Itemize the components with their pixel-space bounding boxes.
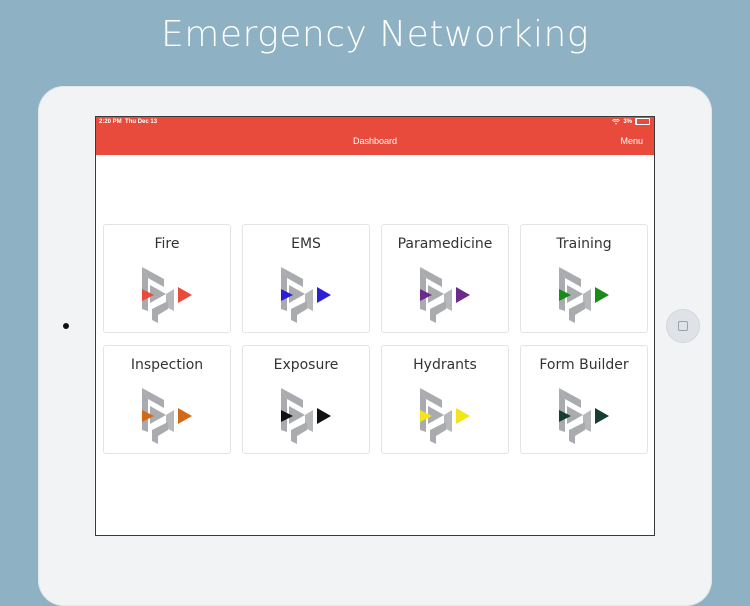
emergency-networking-logo-icon xyxy=(418,265,474,325)
home-button[interactable] xyxy=(666,309,700,343)
wifi-icon xyxy=(612,119,620,125)
emergency-networking-logo-icon xyxy=(140,386,196,446)
tile-ems[interactable]: EMS xyxy=(242,224,370,333)
tile-label: Training xyxy=(521,236,647,252)
emergency-networking-logo-icon xyxy=(557,386,613,446)
tile-label: Hydrants xyxy=(382,357,508,373)
tile-label: Form Builder xyxy=(521,357,647,373)
tile-exposure[interactable]: Exposure xyxy=(242,345,370,454)
camera-dot xyxy=(63,323,69,329)
emergency-networking-logo-icon xyxy=(279,386,335,446)
status-time-text: 2:20 PM xyxy=(99,119,122,125)
navigation-bar: 2:20 PM Thu Dec 13 3% Dashboard Menu xyxy=(96,117,654,155)
menu-button[interactable]: Menu xyxy=(620,136,643,146)
tile-label: EMS xyxy=(243,236,369,252)
marketing-headline: Emergency Networking xyxy=(0,14,750,55)
status-date-text: Thu Dec 13 xyxy=(125,119,157,125)
tile-hydrants[interactable]: Hydrants xyxy=(381,345,509,454)
app-screen: 2:20 PM Thu Dec 13 3% Dashboard Menu Fir… xyxy=(95,116,655,536)
emergency-networking-logo-icon xyxy=(418,386,474,446)
battery-percent: 3% xyxy=(623,119,632,125)
tile-inspection[interactable]: Inspection xyxy=(103,345,231,454)
status-time: 2:20 PM Thu Dec 13 xyxy=(99,119,157,125)
emergency-networking-logo-icon xyxy=(557,265,613,325)
tile-label: Inspection xyxy=(104,357,230,373)
tile-label: Fire xyxy=(104,236,230,252)
page-title: Dashboard xyxy=(96,136,654,146)
home-button-icon xyxy=(678,321,688,331)
status-indicators: 3% xyxy=(612,118,650,125)
battery-icon xyxy=(635,118,650,125)
tile-paramedicine[interactable]: Paramedicine xyxy=(381,224,509,333)
tile-label: Exposure xyxy=(243,357,369,373)
tile-form-builder[interactable]: Form Builder xyxy=(520,345,648,454)
tile-fire[interactable]: Fire xyxy=(103,224,231,333)
emergency-networking-logo-icon xyxy=(279,265,335,325)
tile-label: Paramedicine xyxy=(382,236,508,252)
tile-training[interactable]: Training xyxy=(520,224,648,333)
emergency-networking-logo-icon xyxy=(140,265,196,325)
